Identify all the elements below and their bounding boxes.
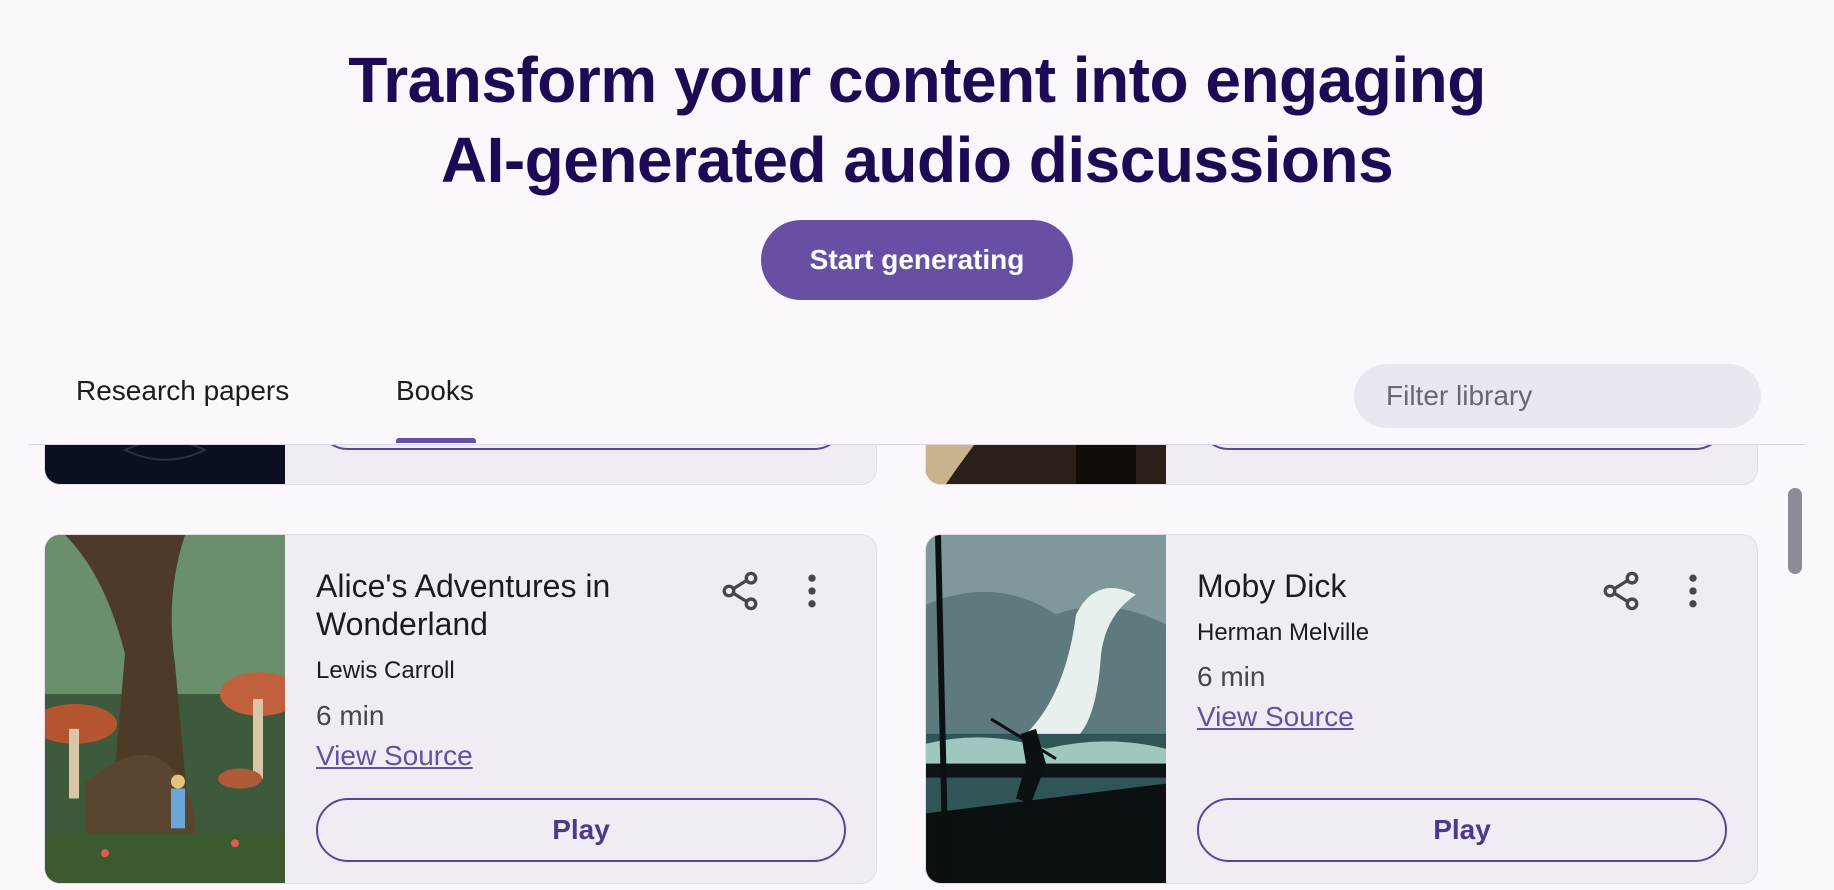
start-generating-button[interactable]: Start generating xyxy=(761,220,1073,300)
hero-title: Transform your content into engaging AI-… xyxy=(0,40,1834,200)
more-vert-icon[interactable] xyxy=(790,569,834,613)
tab-books[interactable]: Books xyxy=(396,375,474,407)
book-cover-image xyxy=(926,445,1166,484)
tab-research-papers[interactable]: Research papers xyxy=(76,375,289,407)
hero-title-line1: Transform your content into engaging xyxy=(348,44,1486,116)
play-button-partial[interactable] xyxy=(316,445,846,450)
filter-library-field[interactable] xyxy=(1354,364,1761,428)
share-icon[interactable] xyxy=(1599,569,1643,613)
play-button-partial[interactable] xyxy=(1197,445,1727,450)
book-cover-image xyxy=(926,535,1166,883)
card-author: Herman Melville xyxy=(1197,619,1370,646)
play-button[interactable]: Play xyxy=(1197,798,1727,862)
view-source-link[interactable]: View Source xyxy=(316,740,473,772)
library-card: Alice's Adventures in Wonderland Lewis C… xyxy=(44,534,877,884)
library-card-partial xyxy=(44,445,877,485)
tab-active-indicator xyxy=(396,438,476,443)
card-duration: 6 min xyxy=(1197,661,1266,692)
book-cover-image xyxy=(45,535,285,883)
hero-title-line2: AI-generated audio discussions xyxy=(440,124,1394,196)
more-vert-icon[interactable] xyxy=(1671,569,1715,613)
filter-library-input[interactable] xyxy=(1386,380,1747,412)
view-source-link[interactable]: View Source xyxy=(1197,701,1354,733)
library-card: Moby Dick Herman Melville 6 min View Sou… xyxy=(925,534,1758,884)
card-title: Moby Dick xyxy=(1197,568,1347,604)
library-card-partial xyxy=(925,445,1758,485)
book-cover-image xyxy=(45,445,285,484)
scrollbar-thumb[interactable] xyxy=(1788,488,1802,574)
card-author: Lewis Carroll xyxy=(316,657,455,684)
library-list[interactable]: Alice's Adventures in Wonderland Lewis C… xyxy=(0,445,1834,890)
play-button[interactable]: Play xyxy=(316,798,846,862)
card-duration: 6 min xyxy=(316,700,385,731)
card-title: Alice's Adventures in Wonderland xyxy=(316,568,611,642)
share-icon[interactable] xyxy=(718,569,762,613)
